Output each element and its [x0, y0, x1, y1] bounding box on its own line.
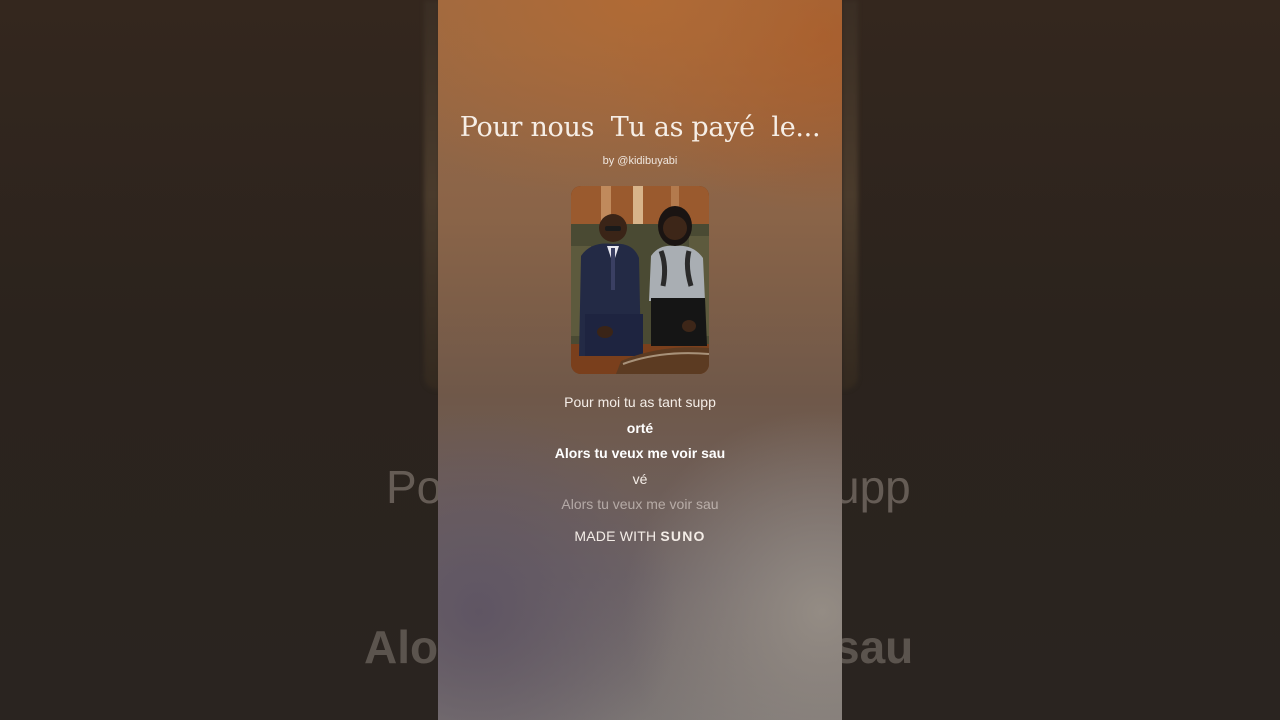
lyric-line-3-active: Alors tu veux me voir sau: [554, 445, 726, 461]
lyric-line-5-upcoming: Alors tu veux me voir sau: [561, 496, 719, 512]
echo-lyric-line2-right: sau: [842, 621, 914, 673]
made-with-suno-badge: MADE WITH SUNO: [438, 528, 842, 544]
lyric-line-4: vé: [632, 470, 648, 487]
cover-art-illustration: [571, 186, 709, 374]
lyric-line-2-active: orté: [626, 419, 654, 436]
background-echo-left: Po Alo: [0, 0, 438, 720]
echo-lyric-line1-left: Po: [386, 461, 438, 513]
echo-lyric-line1-right: upp: [842, 461, 911, 513]
song-card: Pour nous Tu as payé le... by @kidibuyab…: [438, 0, 842, 720]
cover-art-photo: [571, 186, 709, 374]
song-title: Pour nous Tu as payé le...: [459, 112, 821, 143]
song-byline: by @kidibuyabi: [602, 155, 678, 167]
lyrics-panel: Pour moi tu as tant supp orté Alors tu v…: [438, 390, 842, 518]
background-echo-right: upp sau: [842, 0, 1280, 720]
echo-lyric-line2-left: Alo: [364, 621, 438, 673]
suno-logo: SUNO: [660, 528, 706, 544]
brand-prefix: MADE WITH: [574, 528, 657, 544]
video-frame: Po Alo upp sau Pour nous Tu as payé le..…: [0, 0, 1280, 720]
lyric-line-1: Pour moi tu as tant supp: [564, 394, 716, 410]
